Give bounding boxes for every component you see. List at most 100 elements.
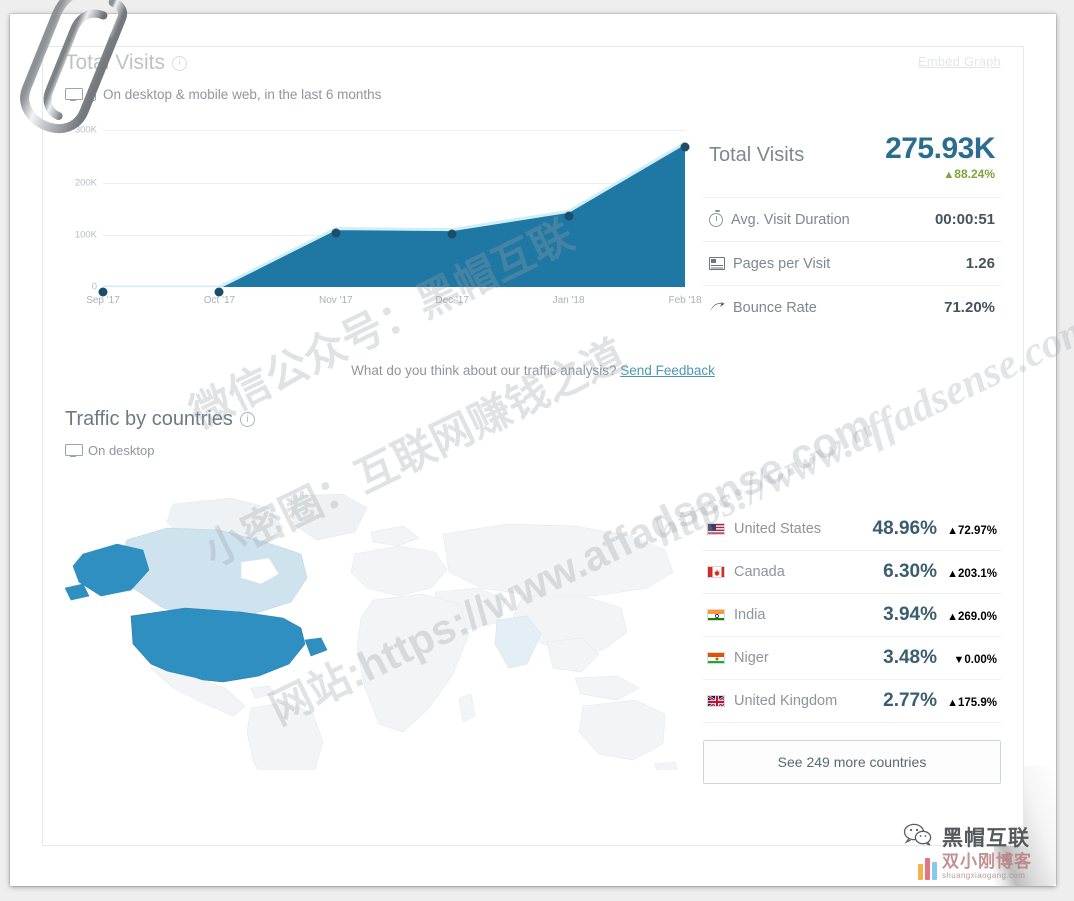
desktop-monitor-icon bbox=[65, 444, 83, 457]
chart-data-point[interactable] bbox=[447, 229, 457, 239]
countries-subtitle: On desktop bbox=[65, 443, 1001, 458]
send-feedback-link[interactable]: Send Feedback bbox=[620, 363, 715, 378]
pages-icon bbox=[709, 257, 725, 270]
table-row[interactable]: Niger 3.48% ▼0.00% bbox=[703, 637, 1001, 680]
stat-label-group: Bounce Rate bbox=[709, 300, 817, 316]
chart-data-point[interactable] bbox=[214, 287, 224, 296]
total-visits-delta: ▲88.24% bbox=[885, 167, 995, 181]
table-row[interactable]: Canada 6.30% ▲203.1% bbox=[703, 551, 1001, 594]
chart-data-point[interactable] bbox=[98, 287, 108, 296]
screenshot-page: Total Visits i Embed Graph On desktop & … bbox=[0, 0, 1074, 901]
total-visits-value-group: 275.93K ▲88.24% bbox=[885, 132, 995, 181]
area-series-svg bbox=[103, 141, 685, 287]
countries-subtitle-text: On desktop bbox=[88, 443, 155, 458]
x-axis-tick-label: Feb '18 bbox=[668, 295, 702, 306]
chart-data-point[interactable] bbox=[331, 228, 341, 238]
table-row[interactable]: India 3.94% ▲269.0% bbox=[703, 594, 1001, 637]
country-name: United Kingdom bbox=[734, 693, 838, 709]
world-map-svg bbox=[65, 493, 678, 770]
x-axis-tick-label: Nov '17 bbox=[319, 295, 353, 306]
countries-title-text: Traffic by countries bbox=[65, 408, 233, 430]
country-delta-text: 175.9% bbox=[957, 697, 997, 709]
country-delta-text: 269.0% bbox=[957, 611, 997, 623]
country-values: 3.94% ▲269.0% bbox=[883, 604, 997, 626]
stat-row-bounce-rate: Bounce Rate 71.20% bbox=[703, 286, 1001, 329]
see-more-countries-button[interactable]: See 249 more countries bbox=[703, 740, 1001, 784]
traffic-overview-header: Total Visits i Embed Graph bbox=[65, 47, 1001, 75]
chart-data-point[interactable] bbox=[564, 211, 574, 221]
country-name: Niger bbox=[734, 650, 769, 666]
stat-label-group: Avg. Visit Duration bbox=[709, 210, 850, 228]
brand-block: 黑帽互联 bbox=[903, 822, 1030, 852]
total-visits-delta-text: 88.24% bbox=[954, 167, 995, 181]
stat-row-avg-visit-duration: Avg. Visit Duration 00:00:51 bbox=[703, 198, 1001, 242]
paperclip bbox=[20, 0, 128, 134]
stat-value: 00:00:51 bbox=[934, 211, 995, 228]
country-delta-text: 72.97% bbox=[957, 525, 997, 537]
country-name-group: India bbox=[707, 607, 765, 623]
country-values: 3.48% ▼0.00% bbox=[883, 647, 997, 669]
logo-bars-icon bbox=[918, 858, 937, 880]
stat-value: 1.26 bbox=[965, 255, 995, 272]
wechat-icon bbox=[903, 823, 933, 852]
country-delta: ▲175.9% bbox=[945, 697, 997, 709]
country-share: 3.94% bbox=[883, 604, 937, 625]
world-map[interactable] bbox=[65, 470, 685, 770]
country-share: 48.96% bbox=[872, 518, 937, 539]
info-icon[interactable]: i bbox=[172, 55, 187, 71]
country-name-group: United Kingdom bbox=[707, 693, 837, 709]
country-name: United States bbox=[734, 521, 822, 537]
country-name: Canada bbox=[734, 564, 785, 580]
flag-icon-india bbox=[707, 609, 725, 621]
country-delta-text: 203.1% bbox=[957, 568, 997, 580]
stat-label: Avg. Visit Duration bbox=[731, 211, 850, 228]
countries-table: United States 48.96% ▲72.97% Canada 6.30… bbox=[685, 470, 1001, 784]
caret-up-icon: ▲ bbox=[943, 169, 955, 181]
caret-up-icon: ▲ bbox=[947, 697, 958, 709]
table-row[interactable]: United States 48.96% ▲72.97% bbox=[703, 508, 1001, 551]
info-icon[interactable]: i bbox=[239, 412, 255, 427]
chart-data-point[interactable] bbox=[680, 142, 690, 152]
total-visits-label: Total Visits bbox=[709, 144, 805, 166]
x-axis-tick-label: Oct '17 bbox=[203, 295, 236, 306]
country-name-group: Niger bbox=[707, 650, 769, 666]
brand-name: 黑帽互联 bbox=[942, 827, 1030, 850]
country-delta: ▲203.1% bbox=[945, 568, 997, 580]
total-visits-value: 275.93K bbox=[885, 132, 995, 165]
country-delta-text: 0.00% bbox=[964, 654, 997, 666]
country-share: 3.48% bbox=[883, 647, 937, 668]
feedback-question: What do you think about our traffic anal… bbox=[351, 363, 617, 378]
flag-icon-canada bbox=[707, 566, 725, 578]
map-and-table-row: United States 48.96% ▲72.97% Canada 6.30… bbox=[65, 470, 1001, 784]
traffic-overview-subtitle: On desktop & mobile web, in the last 6 m… bbox=[65, 87, 1001, 102]
country-share: 6.30% bbox=[883, 561, 937, 582]
visits-stats-panel: Total Visits 275.93K ▲88.24% Avg. Visit … bbox=[685, 112, 1001, 329]
similarweb-traffic-card: Total Visits i Embed Graph On desktop & … bbox=[42, 46, 1024, 846]
y-axis-tick-label: 100K bbox=[74, 229, 97, 241]
caret-up-icon: ▲ bbox=[947, 568, 958, 580]
traffic-by-countries-section: Traffic by countries i On desktop United… bbox=[43, 386, 1023, 784]
feedback-line: What do you think about our traffic anal… bbox=[65, 329, 1001, 386]
country-values: 2.77% ▲175.9% bbox=[883, 690, 997, 712]
country-share: 2.77% bbox=[883, 690, 937, 711]
stat-value: 71.20% bbox=[944, 299, 995, 316]
logo-text-group: 双小刚博客 shuangxiaogang.com bbox=[942, 853, 1032, 880]
country-values: 48.96% ▲72.97% bbox=[873, 518, 997, 540]
x-axis-tick-label: Sep '17 bbox=[86, 295, 120, 306]
caret-up-icon: ▲ bbox=[947, 611, 958, 623]
country-name: India bbox=[734, 607, 766, 623]
stat-label-group: Pages per Visit bbox=[709, 256, 830, 272]
table-row[interactable]: United Kingdom 2.77% ▲175.9% bbox=[703, 680, 1001, 723]
countries-title: Traffic by countries i bbox=[65, 408, 1001, 431]
y-axis-tick-label: 200K bbox=[74, 177, 97, 189]
stat-label: Bounce Rate bbox=[733, 299, 817, 316]
caret-down-icon: ▼ bbox=[953, 654, 965, 666]
clock-icon bbox=[709, 210, 723, 227]
flag-icon-niger bbox=[707, 652, 725, 664]
logo-title-cn: 双小刚博客 bbox=[942, 852, 1032, 872]
embed-graph-link[interactable]: Embed Graph bbox=[918, 54, 1001, 69]
chart-and-stats-row: 0 100K 200K 300K Sep '17 Oct '17 Nov '17 Dec '1… bbox=[65, 112, 1001, 329]
chart-plot-area: 0 100K 200K 300K Sep '17 Oct '17 Nov '17 Dec '1… bbox=[75, 120, 702, 306]
country-name-group: Canada bbox=[707, 564, 785, 580]
flag-icon-united-kingdom bbox=[707, 695, 725, 707]
